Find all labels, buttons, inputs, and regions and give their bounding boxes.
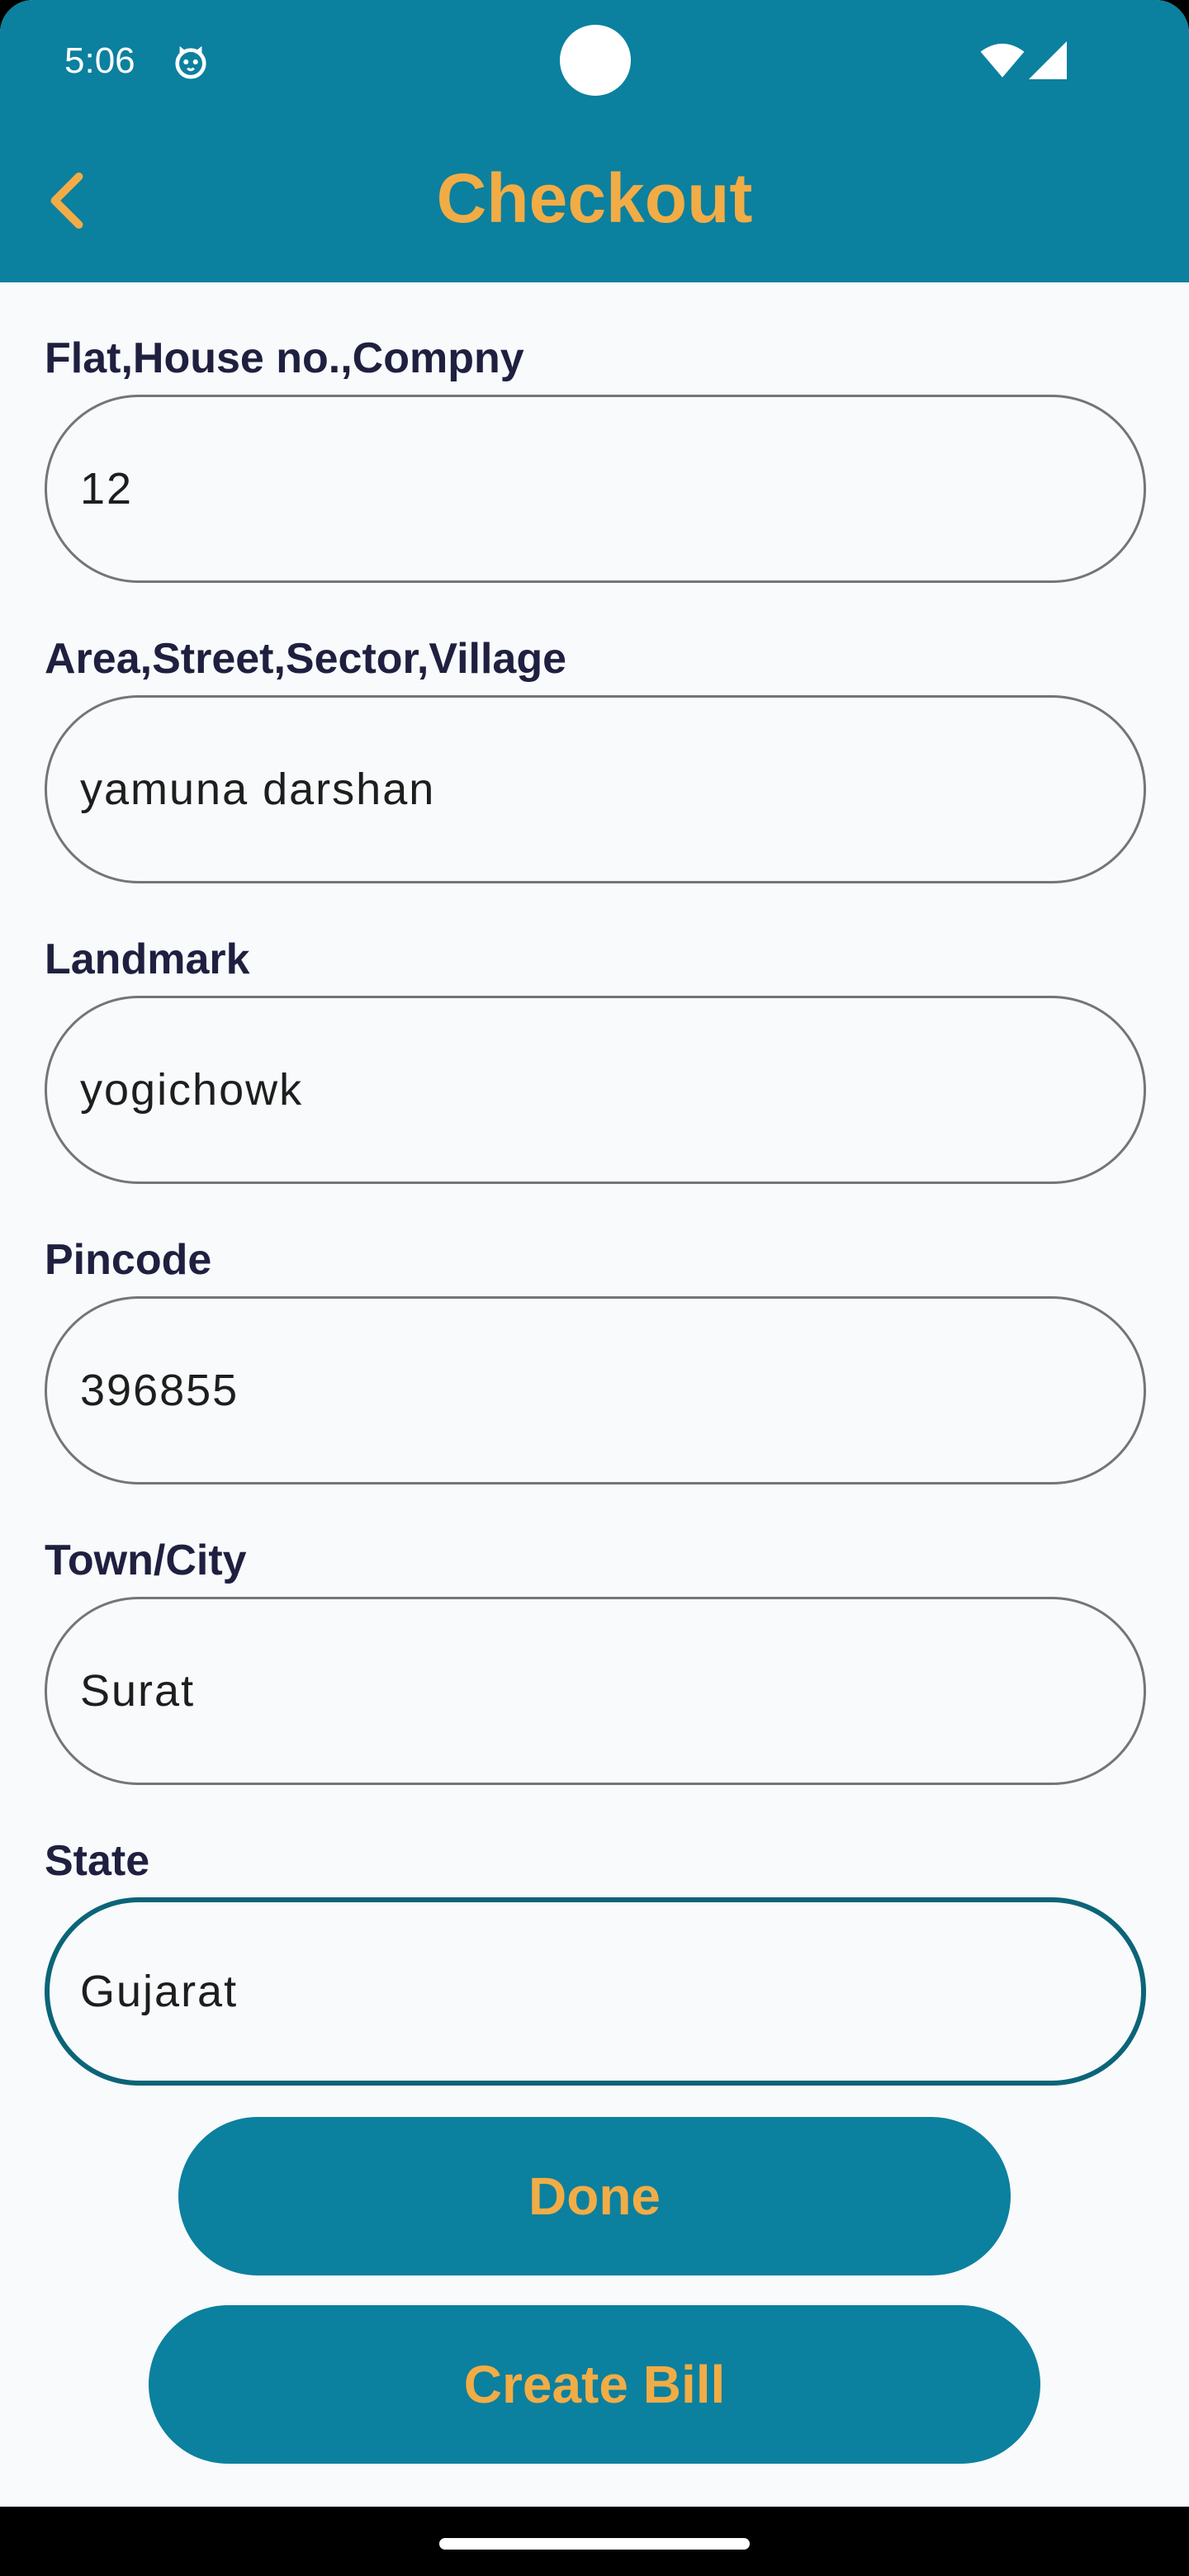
city-label: Town/City bbox=[45, 1537, 247, 1584]
state-input[interactable] bbox=[45, 1897, 1146, 2086]
done-button[interactable]: Done bbox=[178, 2117, 1011, 2275]
area-input[interactable] bbox=[45, 695, 1146, 883]
signal-icon bbox=[1029, 41, 1067, 79]
pincode-label: Pincode bbox=[45, 1236, 212, 1284]
pincode-input[interactable] bbox=[45, 1296, 1146, 1485]
wifi-icon bbox=[980, 43, 1025, 78]
area-label: Area,Street,Sector,Village bbox=[45, 635, 567, 683]
flat-input[interactable] bbox=[45, 395, 1146, 583]
cat-icon bbox=[175, 45, 206, 79]
home-handle[interactable] bbox=[439, 2538, 750, 2550]
create-bill-button[interactable]: Create Bill bbox=[149, 2305, 1040, 2464]
landmark-label: Landmark bbox=[45, 935, 250, 983]
camera-cutout bbox=[560, 25, 631, 96]
state-label: State bbox=[45, 1837, 150, 1885]
flat-label: Flat,House no.,Compny bbox=[45, 334, 524, 382]
landmark-input[interactable] bbox=[45, 996, 1146, 1184]
page-title: Checkout bbox=[436, 159, 753, 237]
app-bar: 5:06 Checkout bbox=[0, 0, 1189, 282]
navigation-bar bbox=[0, 2507, 1189, 2576]
status-time: 5:06 bbox=[64, 40, 135, 81]
checkout-screen: 5:06 Checkout Flat,House no.,Compny Area… bbox=[0, 0, 1189, 2576]
city-input[interactable] bbox=[45, 1597, 1146, 1785]
